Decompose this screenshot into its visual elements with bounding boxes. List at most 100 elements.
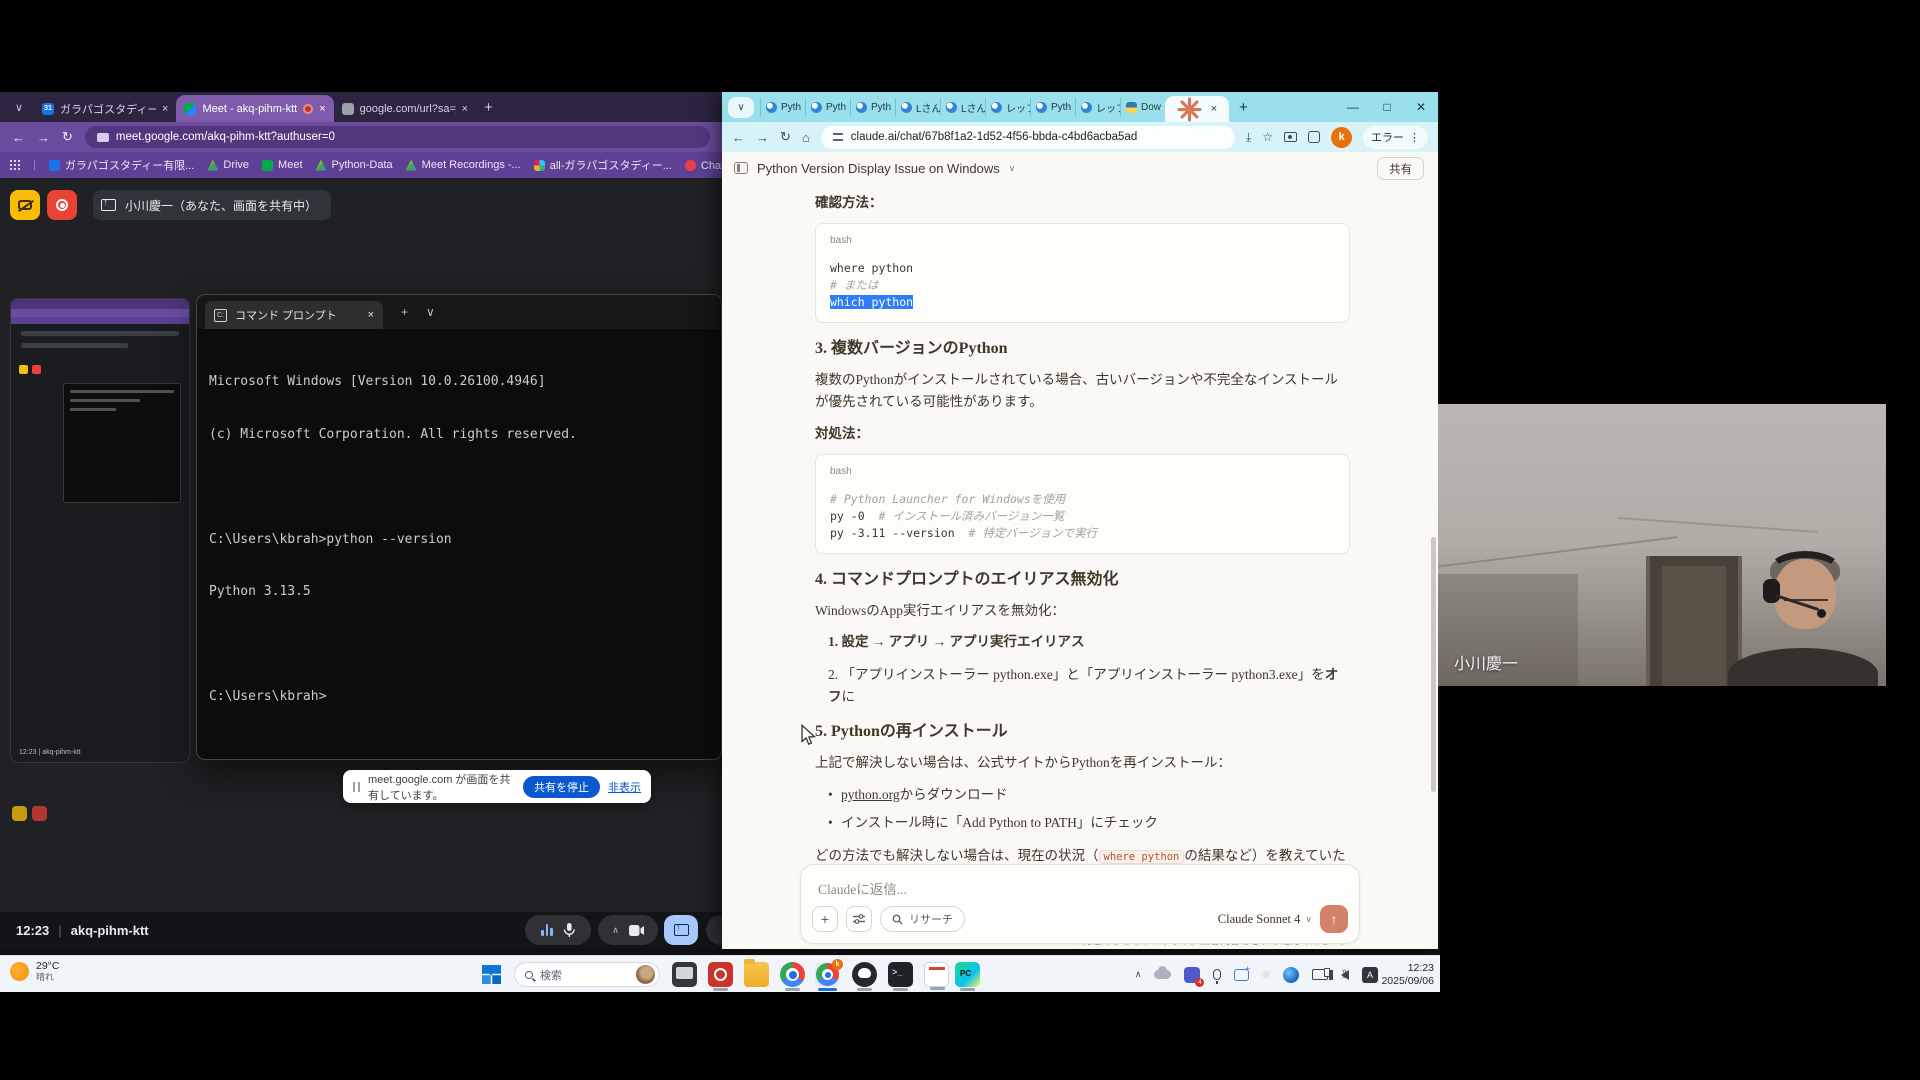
snip-icon[interactable] xyxy=(1234,969,1249,981)
research-button[interactable]: リサーチ xyxy=(880,906,965,932)
attach-plus-button[interactable]: + xyxy=(812,906,838,932)
send-button[interactable]: ↑ xyxy=(1320,905,1348,933)
back-icon[interactable]: ← xyxy=(732,130,745,145)
left-address-bar[interactable]: meet.google.com/akq-pihm-ktt?authuser=0 xyxy=(85,126,710,148)
home-icon[interactable]: ⌂ xyxy=(802,130,810,145)
phone-link-icon[interactable] xyxy=(1312,969,1328,980)
taskbar-clock[interactable]: 12:23 2025/09/06 xyxy=(1381,962,1434,987)
mic-in-use-icon[interactable] xyxy=(1213,969,1221,980)
tab-claude-active[interactable]: × xyxy=(1165,96,1229,122)
taskbar-app-recorder[interactable] xyxy=(708,962,733,987)
tab-python-1[interactable]: Pyth xyxy=(760,98,805,116)
tab-python-3[interactable]: Pyth xyxy=(850,98,895,116)
command-prompt-window[interactable]: C: コマンド プロンプト × + ∨ Microsoft Windows [V… xyxy=(196,294,722,760)
bookmark-meet-recordings[interactable]: Meet Recordings -... xyxy=(406,159,521,171)
close-tab-icon[interactable]: × xyxy=(462,103,468,115)
right-address-bar[interactable]: claude.ai/chat/67b8f1a2-1d52-4f56-bbda-c… xyxy=(821,126,1235,149)
tools-sliders-button[interactable] xyxy=(846,906,872,932)
tab-lesson-2[interactable]: レッフ xyxy=(1075,98,1120,116)
model-selector[interactable]: Claude Sonnet 4 ∨ xyxy=(1218,912,1312,927)
captions-off-badge[interactable] xyxy=(10,190,40,220)
tab-search-chevron-icon[interactable]: ∨ xyxy=(728,97,754,118)
tab-l-san-2[interactable]: Lさん xyxy=(940,98,985,116)
claude-reply-input[interactable]: Claudeに返信... xyxy=(801,865,1359,898)
close-tab-icon[interactable]: × xyxy=(368,309,374,321)
stop-share-button[interactable]: 共有を停止 xyxy=(523,776,600,798)
forward-icon[interactable]: → xyxy=(37,130,50,145)
camera-control[interactable]: ∧ xyxy=(598,915,658,945)
close-tab-icon[interactable]: × xyxy=(1211,103,1217,115)
browser-sphere-icon[interactable] xyxy=(1283,967,1299,983)
python-org-link[interactable]: python.org xyxy=(841,787,900,802)
tab-camera-icon[interactable] xyxy=(1284,132,1297,142)
taskbar-app-chrome[interactable] xyxy=(780,962,805,987)
bookmark-calendar[interactable]: ガラパゴスタディー有限... xyxy=(49,157,195,173)
weather-widget[interactable]: 29°C晴れ xyxy=(10,960,59,982)
share-button[interactable]: 共有 xyxy=(1377,157,1424,180)
tab-l-san-1[interactable]: Lさん xyxy=(895,98,940,116)
tab-search-chevron-icon[interactable]: ∨ xyxy=(8,96,30,118)
taskbar-app-github[interactable] xyxy=(852,962,877,987)
start-button[interactable] xyxy=(482,965,501,984)
tab-lesson-1[interactable]: レッフ xyxy=(985,98,1030,116)
tab-google-redirect[interactable]: google.com/url?sa=j&url=https × xyxy=(334,95,476,122)
reload-icon[interactable]: ↻ xyxy=(62,129,73,145)
bookmark-drive[interactable]: Drive xyxy=(207,159,249,171)
tab-downloads[interactable]: Dow xyxy=(1120,98,1165,116)
teams-notification-icon[interactable] xyxy=(1184,967,1200,983)
terminal-output[interactable]: Microsoft Windows [Version 10.0.26100.49… xyxy=(197,329,721,750)
reload-icon[interactable]: ↻ xyxy=(780,129,791,145)
shared-screen-preview[interactable]: 12:23 | akq-pihm-ktt xyxy=(10,298,190,763)
assistant-message: 確認方法： bash where python # または which pyth… xyxy=(815,192,1350,949)
taskbar-app-device[interactable] xyxy=(672,962,697,987)
onedrive-cloud-icon[interactable] xyxy=(1154,970,1171,979)
code-block-2[interactable]: bash # Python Launcher for Windowsを使用 py… xyxy=(815,454,1350,554)
scrollbar-thumb[interactable] xyxy=(1431,537,1436,792)
taskbar-search[interactable]: 検索 xyxy=(514,962,660,987)
tab-meet-active[interactable]: Meet - akq-pihm-ktt × xyxy=(176,95,333,122)
taskbar-app-explorer[interactable] xyxy=(744,962,769,987)
hide-banner-link[interactable]: 非表示 xyxy=(608,779,641,795)
close-tab-icon[interactable]: × xyxy=(162,103,168,115)
conversation-title[interactable]: Python Version Display Issue on Windows xyxy=(757,161,1000,176)
bookmark-slack[interactable]: all-ガラパゴスタディー... xyxy=(534,157,672,173)
hidden-icons-chevron[interactable]: ∧ xyxy=(1135,969,1142,980)
close-window-icon[interactable]: ✕ xyxy=(1404,100,1438,114)
mic-control[interactable] xyxy=(525,915,591,945)
extensions-icon[interactable] xyxy=(1308,131,1320,143)
apps-grid-icon[interactable] xyxy=(10,160,20,170)
taskbar-app-chrome-profile-k[interactable]: k xyxy=(815,962,840,987)
overlay-close-icon[interactable]: × xyxy=(1262,967,1270,982)
install-app-icon[interactable]: ⤓ xyxy=(1246,130,1251,145)
terminal-dropdown-icon[interactable]: ∨ xyxy=(426,305,435,319)
terminal-tab[interactable]: C: コマンド プロンプト × xyxy=(205,301,383,329)
volume-icon[interactable] xyxy=(1341,970,1349,980)
new-tab-button[interactable]: + xyxy=(1239,99,1248,116)
forward-icon[interactable]: → xyxy=(756,130,769,145)
recording-badge[interactable] xyxy=(47,190,77,220)
taskbar-app-terminal[interactable] xyxy=(888,962,913,987)
bookmark-star-icon[interactable]: ☆ xyxy=(1262,130,1273,144)
tab-calendar[interactable]: 31 ガラパゴスタディー有限会社 - カレン × xyxy=(34,95,176,122)
new-tab-button[interactable]: + xyxy=(484,99,493,116)
bookmark-meet[interactable]: Meet xyxy=(262,159,302,171)
reply-composer[interactable]: Claudeに返信... + リサーチ Claude Sonnet 4 ∨ ↑ xyxy=(800,864,1360,944)
back-icon[interactable]: ← xyxy=(12,130,25,145)
tab-python-4[interactable]: Pyth xyxy=(1030,98,1075,116)
error-menu-pill[interactable]: エラー ⋮ xyxy=(1363,126,1428,149)
maximize-icon[interactable]: □ xyxy=(1370,100,1404,114)
profile-avatar[interactable]: k xyxy=(1331,127,1352,148)
kebab-menu-icon[interactable]: ⋮ xyxy=(1409,131,1420,144)
chevron-down-icon: ∨ xyxy=(1009,163,1016,174)
new-terminal-tab-icon[interactable]: + xyxy=(401,305,408,319)
tab-python-2[interactable]: Pyth xyxy=(805,98,850,116)
ime-icon[interactable]: A xyxy=(1362,967,1378,983)
bookmark-python-data[interactable]: Python-Data xyxy=(316,159,393,171)
taskbar-app-pycharm[interactable] xyxy=(955,962,980,987)
sidebar-toggle-icon[interactable] xyxy=(734,162,748,174)
present-screen-button[interactable] xyxy=(664,915,698,945)
code-block-1[interactable]: bash where python # または which python xyxy=(815,223,1350,323)
close-tab-icon[interactable]: × xyxy=(319,103,325,115)
taskbar-app-notepad[interactable] xyxy=(924,962,949,987)
minimize-icon[interactable]: — xyxy=(1336,100,1370,114)
